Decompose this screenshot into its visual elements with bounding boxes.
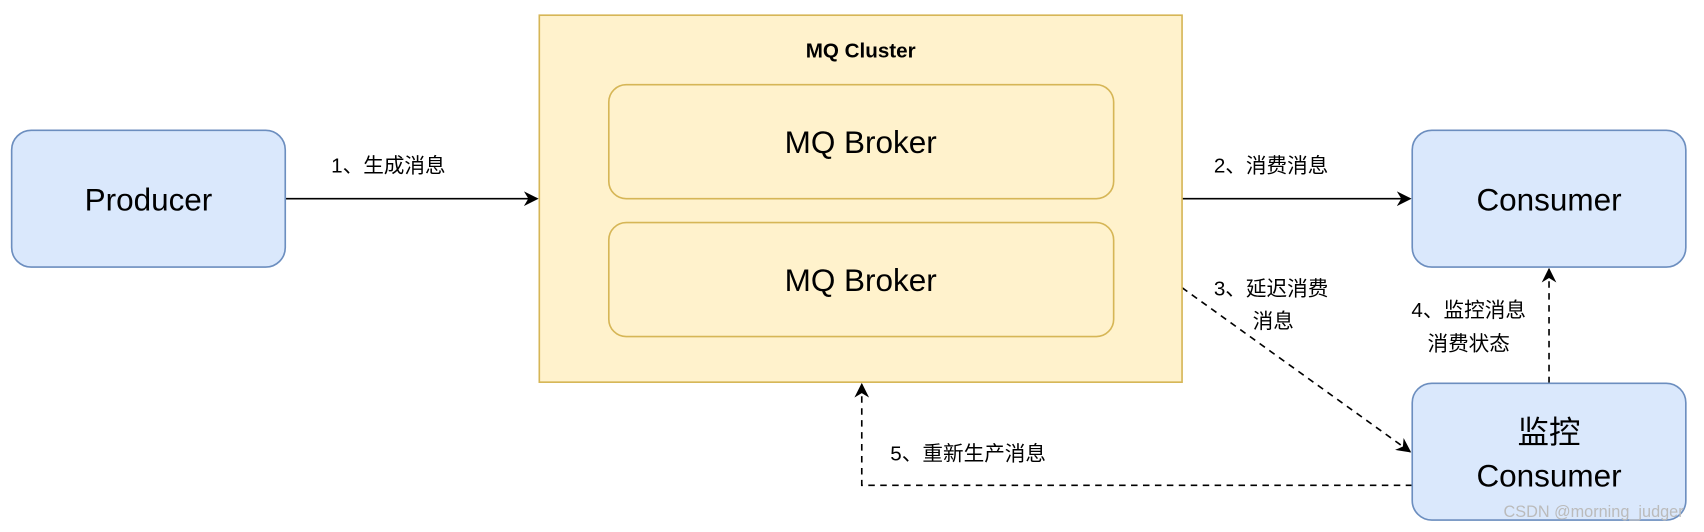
monitor-consumer-node xyxy=(1411,382,1687,521)
edge-reproduce xyxy=(854,382,1413,487)
producer-label: Producer xyxy=(85,183,213,218)
edge-label-4b: 消费状态 xyxy=(1427,333,1509,356)
watermark: CSDN @morning_judger xyxy=(1504,503,1685,521)
monitor-label-line2: Consumer xyxy=(1476,458,1621,493)
edge-delay xyxy=(1181,287,1412,453)
edge-label-4a: 4、监控消息 xyxy=(1411,299,1526,322)
edge-label-2: 2、消费消息 xyxy=(1214,155,1329,178)
monitor-label-line1: 监控 xyxy=(1518,415,1581,450)
consumer-label: Consumer xyxy=(1476,183,1621,218)
broker-1-label: MQ Broker xyxy=(785,125,937,160)
broker-2-label: MQ Broker xyxy=(785,263,937,298)
cluster-title: MQ Cluster xyxy=(806,40,916,63)
edge-label-3a: 3、延迟消费 xyxy=(1214,277,1329,300)
edge-label-3b: 消息 xyxy=(1253,310,1294,333)
edge-label-5: 5、重新生产消息 xyxy=(890,442,1046,465)
edge-label-1: 1、生成消息 xyxy=(331,155,446,178)
diagram: MQ Cluster MQ Broker MQ Broker Producer … xyxy=(10,14,1687,521)
